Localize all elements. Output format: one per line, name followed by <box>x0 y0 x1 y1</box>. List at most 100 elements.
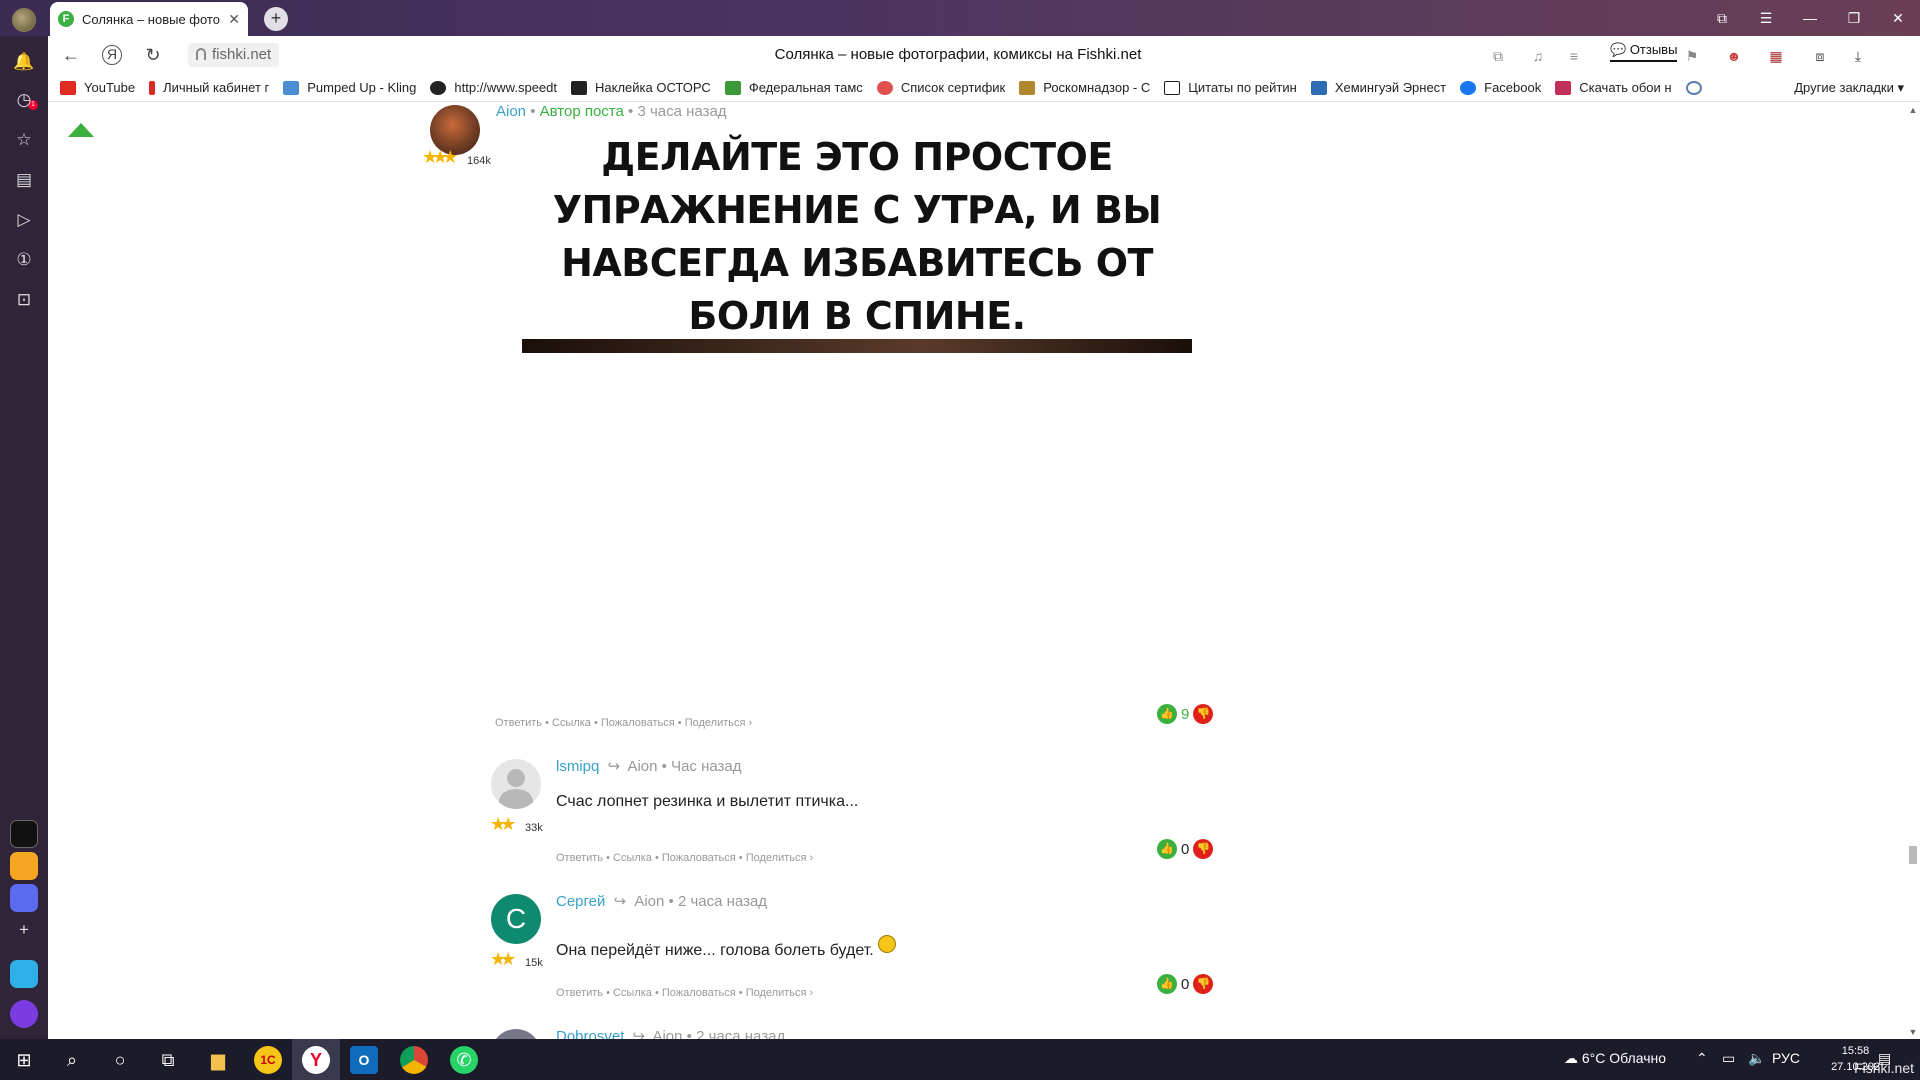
telegram-app-icon[interactable] <box>10 960 38 988</box>
post-actions[interactable]: Ответить • Ссылка • Пожаловаться • Подел… <box>495 717 752 729</box>
bookmark-favicon-icon <box>876 80 893 95</box>
reply-to-user[interactable]: Aion <box>634 893 664 910</box>
bookmark-item[interactable]: Роскомнадзор - С <box>1019 80 1150 95</box>
thumbs-up-icon[interactable]: 👍 <box>1157 974 1177 994</box>
author-rating: 164k <box>467 155 491 167</box>
task-view-icon[interactable]: ⧉ <box>154 1046 182 1074</box>
thumbs-down-icon[interactable]: 👎 <box>1193 839 1214 859</box>
post-image-text: ДЕЛАЙТЕ ЭТО ПРОСТОЕ УПРАЖНЕНИЕ С УТРА, И… <box>552 135 1162 338</box>
author-name-link[interactable]: Aion <box>496 103 526 120</box>
reply-to-user[interactable]: Aion <box>627 758 657 775</box>
comment-meta: Dobrosvet ↪ Aion • 2 часа назад <box>556 1027 785 1039</box>
user-avatar[interactable] <box>491 1029 541 1039</box>
screenshot-icon[interactable]: ⊡ <box>12 288 36 312</box>
user-name-link[interactable]: lsmipq <box>556 758 599 775</box>
post-image[interactable]: ДЕЛАЙТЕ ЭТО ПРОСТОЕ УПРАЖНЕНИЕ С УТРА, И… <box>522 131 1192 353</box>
bookmarks-panel-icon[interactable]: ⧉ <box>1700 0 1744 36</box>
bookmark-item[interactable]: Федеральная тамс <box>724 80 863 95</box>
notifications-icon[interactable]: 🔔 <box>12 50 36 74</box>
volume-icon[interactable]: 🔈 <box>1748 1050 1765 1067</box>
tray-chevron-icon[interactable]: ⌃ <box>1696 1050 1708 1067</box>
user-avatar-placeholder[interactable] <box>491 759 541 809</box>
bookmark-item[interactable]: Facebook <box>1460 80 1541 95</box>
add-app-icon[interactable]: + <box>12 918 36 942</box>
outlook-icon[interactable]: O <box>350 1046 378 1074</box>
other-bookmarks-button[interactable]: Другие закладки ▾ <box>1794 80 1904 96</box>
extension-avatar-icon[interactable]: ☻ <box>1724 46 1744 66</box>
rating-stars-icon: ★★★ <box>422 147 459 167</box>
bookmark-item[interactable]: http://www.speedt <box>430 80 557 95</box>
scroll-to-top-icon[interactable] <box>68 123 94 137</box>
user-name-link[interactable]: Dobrosvet <box>556 1028 624 1039</box>
scrollbar-thumb[interactable] <box>1909 846 1917 864</box>
history-icon[interactable]: ◷ <box>12 88 36 112</box>
bookmark-item[interactable]: Pumped Up - Kling <box>283 80 416 95</box>
language-indicator[interactable]: РУС <box>1772 1050 1800 1066</box>
vote-count: 9 <box>1181 705 1190 723</box>
comment-vote: 👍 0 👎 <box>1157 839 1214 859</box>
chrome-icon[interactable] <box>400 1046 428 1074</box>
bookmark-favicon-icon <box>149 80 156 95</box>
scroll-up-arrow-icon[interactable]: ▲ <box>1906 105 1920 115</box>
cortana-circle-icon[interactable]: ○ <box>106 1046 134 1074</box>
file-explorer-icon[interactable]: ▆ <box>204 1046 232 1074</box>
comment-actions[interactable]: Ответить • Ссылка • Пожаловаться • Подел… <box>556 987 813 999</box>
reply-to-user[interactable]: Aion <box>652 1028 682 1039</box>
messenger-app-icon[interactable] <box>10 884 38 912</box>
menu-icon[interactable]: ☰ <box>1744 0 1788 36</box>
tab-strip: F Солянка – новые фото ✕ + ⧉ ☰ — ❐ ✕ <box>0 0 1920 36</box>
restore-button[interactable]: ❐ <box>1832 0 1876 36</box>
bookmark-item[interactable]: YouTube <box>60 80 135 95</box>
minimize-button[interactable]: — <box>1788 0 1832 36</box>
bookmark-item[interactable]: Цитаты по рейтин <box>1164 80 1297 95</box>
download-icon[interactable]: ⤓ <box>1848 46 1868 66</box>
close-tab-icon[interactable]: ✕ <box>228 11 240 28</box>
bookmark-item[interactable]: Список сертифик <box>876 80 1005 95</box>
thumbs-up-icon[interactable]: 👍 <box>1157 704 1177 724</box>
thumbs-down-icon[interactable]: 👎 <box>1193 974 1214 994</box>
search-icon[interactable]: ⌕ <box>58 1046 86 1074</box>
page-scrollbar[interactable]: ▲ ▼ <box>1906 103 1920 1039</box>
weather-widget[interactable]: ☁ 6°C Облачно <box>1564 1050 1666 1067</box>
user-rating: 33k <box>525 822 543 834</box>
mail-app-icon[interactable] <box>10 852 38 880</box>
headphones-icon[interactable]: ♫ <box>1528 46 1548 66</box>
thumbs-down-icon[interactable]: 👎 <box>1193 704 1214 724</box>
bookmark-favicon-icon <box>1555 80 1572 95</box>
timer-app-icon[interactable] <box>10 820 38 848</box>
fishki-favicon-icon: F <box>58 11 74 27</box>
network-icon[interactable]: ▭ <box>1722 1050 1735 1067</box>
video-play-icon[interactable]: ▷ <box>12 208 36 232</box>
facebook-icon <box>1460 80 1477 95</box>
1c-app-icon[interactable]: 1С <box>254 1046 282 1074</box>
smiley-emoji-icon <box>878 935 897 953</box>
profile-avatar[interactable] <box>12 8 36 32</box>
bookmark-item[interactable]: Хемингуэй Эрнест <box>1310 80 1446 95</box>
user-avatar-letter[interactable]: С <box>491 894 541 944</box>
whatsapp-icon[interactable]: ✆ <box>450 1046 478 1074</box>
thumbs-up-icon[interactable]: 👍 <box>1157 839 1177 859</box>
reply-arrow-icon: ↪ <box>632 1028 646 1039</box>
bookmark-flag-icon[interactable]: ⚑ <box>1682 46 1702 66</box>
bookmark-item[interactable]: Скачать обои н <box>1555 80 1672 95</box>
extensions-puzzle-icon[interactable]: ⧈ <box>1810 46 1830 66</box>
extension-calendar-icon[interactable]: ▦ <box>1766 46 1786 66</box>
active-tab[interactable]: F Солянка – новые фото ✕ <box>50 2 248 36</box>
alice-assistant-icon[interactable] <box>10 1000 38 1028</box>
yandex-browser-icon[interactable]: Y <box>302 1046 330 1074</box>
collections-icon[interactable]: ▤ <box>12 168 36 192</box>
favorites-star-icon[interactable]: ☆ <box>12 128 36 152</box>
reader-mode-icon[interactable]: ≡ <box>1564 46 1584 66</box>
user-name-link[interactable]: Сергей <box>556 893 605 910</box>
reviews-button[interactable]: 💬 Отзывы <box>1610 42 1678 62</box>
translate-icon[interactable]: ⧉ <box>1488 46 1508 66</box>
bookmark-item[interactable]: Наклейка ОСТОРС <box>571 80 711 95</box>
bookmark-item[interactable]: Личный кабинет г <box>149 80 269 95</box>
close-window-button[interactable]: ✕ <box>1876 0 1920 36</box>
tab-number-icon[interactable]: ① <box>12 248 36 272</box>
new-tab-button[interactable]: + <box>264 7 288 31</box>
bookmark-item[interactable] <box>1685 80 1710 95</box>
scroll-down-arrow-icon[interactable]: ▼ <box>1906 1027 1920 1037</box>
comment-actions[interactable]: Ответить • Ссылка • Пожаловаться • Подел… <box>556 852 813 864</box>
windows-start-icon[interactable]: ⊞ <box>10 1046 38 1074</box>
